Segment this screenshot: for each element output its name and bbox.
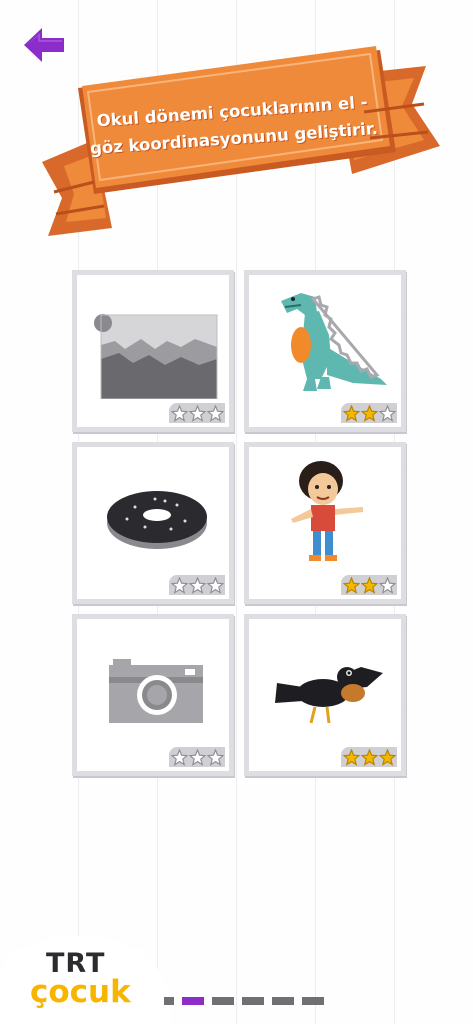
logo-line-cocuk: çocuk <box>30 974 131 1010</box>
trt-cocuk-logo: TRT çocuk <box>0 930 175 1024</box>
star-empty-icon <box>206 748 224 766</box>
picture-card-donut[interactable] <box>72 442 234 604</box>
star-rating <box>169 403 225 423</box>
page-indicator <box>164 997 324 1007</box>
crow-picture <box>275 667 383 724</box>
picture-card-camera[interactable] <box>72 614 234 776</box>
page-dot[interactable] <box>212 997 234 1005</box>
star-rating <box>169 747 225 767</box>
boy-character-picture <box>291 461 363 561</box>
star-filled-icon <box>342 404 360 422</box>
star-filled-icon <box>360 404 378 422</box>
star-rating <box>341 575 397 595</box>
picture-card-dinosaur[interactable] <box>244 270 406 432</box>
donut-picture <box>107 491 207 549</box>
page-dot[interactable] <box>272 997 294 1005</box>
picture-card-mountains[interactable] <box>72 270 234 432</box>
star-rating <box>341 403 397 423</box>
star-empty-icon <box>170 576 188 594</box>
picture-card-crow[interactable] <box>244 614 406 776</box>
star-empty-icon <box>206 404 224 422</box>
star-filled-icon <box>360 748 378 766</box>
star-empty-icon <box>378 576 396 594</box>
star-filled-icon <box>378 748 396 766</box>
page-dot[interactable] <box>302 997 324 1005</box>
star-empty-icon <box>188 404 206 422</box>
star-empty-icon <box>188 748 206 766</box>
star-rating <box>341 747 397 767</box>
star-empty-icon <box>188 576 206 594</box>
page-dot[interactable] <box>164 997 174 1005</box>
star-rating <box>169 575 225 595</box>
mountain-landscape-picture <box>94 314 218 399</box>
page-dot-active[interactable] <box>182 997 204 1005</box>
dinosaur-picture <box>281 293 387 391</box>
star-filled-icon <box>342 748 360 766</box>
picture-card-boy[interactable] <box>244 442 406 604</box>
star-empty-icon <box>378 404 396 422</box>
camera-picture <box>109 659 203 723</box>
star-filled-icon <box>342 576 360 594</box>
star-empty-icon <box>170 748 188 766</box>
star-empty-icon <box>170 404 188 422</box>
star-empty-icon <box>206 576 224 594</box>
page-dot[interactable] <box>242 997 264 1005</box>
star-filled-icon <box>360 576 378 594</box>
